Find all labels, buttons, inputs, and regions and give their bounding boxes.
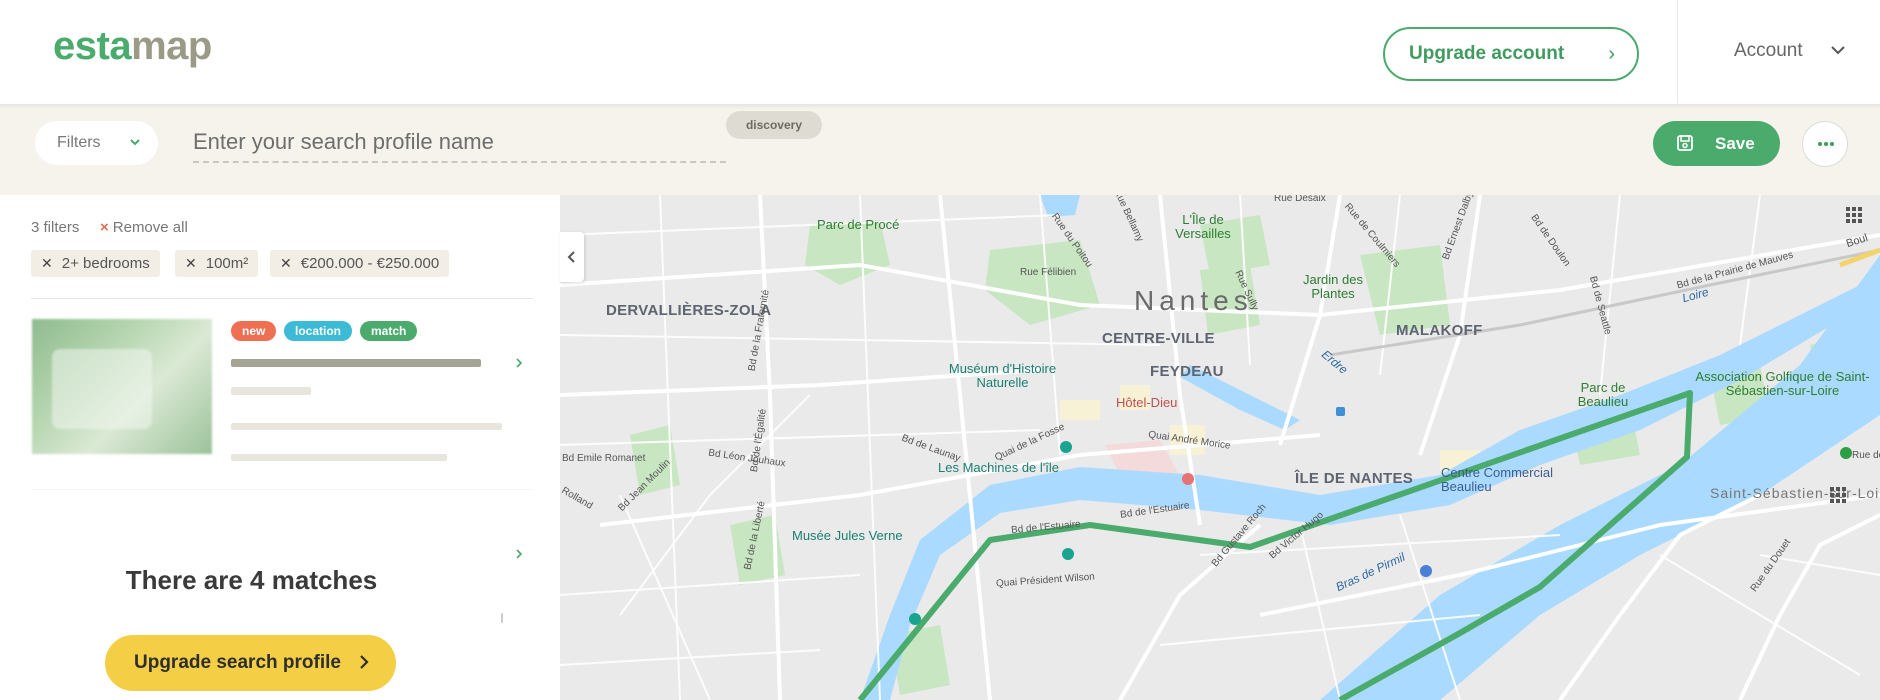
more-dot-icon — [1818, 142, 1822, 146]
chevron-right-icon[interactable] — [512, 356, 526, 370]
chevron-down-icon — [130, 139, 140, 146]
map-grid-icon[interactable] — [1830, 487, 1846, 503]
map-label-district: FEYDEAU — [1150, 363, 1224, 380]
upgrade-search-profile-button[interactable]: Upgrade search profile — [105, 635, 396, 691]
map-label-district: DERVALLIÈRES-ZOLA — [606, 302, 772, 319]
map-label-park: Parc de Procé — [817, 217, 900, 232]
map-label-golf: Association Golfique de Saint-Sébastien-… — [1695, 369, 1870, 398]
save-icon — [1677, 135, 1693, 151]
save-button[interactable]: Save — [1653, 121, 1780, 166]
close-icon[interactable]: ✕ — [280, 255, 292, 272]
map-label-park: L'Île de Versailles — [1175, 212, 1231, 241]
map-layers-icon[interactable] — [1846, 207, 1862, 223]
chevron-left-icon — [567, 251, 575, 263]
matches-count: There are 4 matches — [125, 565, 378, 595]
filter-chip-size[interactable]: ✕ 100m² — [175, 250, 259, 277]
map-label-mall: Centre Commercial Beaulieu — [1441, 465, 1553, 494]
map-label-street: Rue de — [1852, 450, 1880, 461]
collapse-sidebar-button[interactable] — [560, 232, 584, 282]
filters-label: Filters — [57, 134, 101, 151]
filters-dropdown[interactable]: Filters — [35, 121, 158, 165]
tag-location: location — [284, 321, 353, 341]
map-label-district: ÎLE DE NANTES — [1295, 470, 1414, 487]
chevron-right-icon — [360, 655, 369, 669]
close-icon[interactable]: ✕ — [41, 255, 53, 272]
filter-count: 3 filters — [31, 219, 80, 236]
save-label: Save — [1715, 133, 1755, 153]
map-label-district: CENTRE-VILLE — [1102, 330, 1215, 347]
tag-new: new — [231, 321, 277, 341]
map-label-street: Bd Emile Romanet — [562, 453, 646, 464]
listing-price-placeholder — [231, 387, 311, 395]
divider — [31, 298, 533, 299]
map-label-park: Parc de Beaulieu — [1577, 380, 1629, 409]
close-icon[interactable]: ✕ — [185, 255, 197, 272]
listing-photo[interactable] — [32, 319, 212, 454]
top-header: estamap Upgrade account › Account — [0, 0, 1880, 105]
map-label-jules-verne: Musée Jules Verne — [792, 528, 903, 543]
account-menu[interactable]: Account — [1734, 40, 1803, 62]
chevron-down-icon[interactable] — [1828, 40, 1848, 60]
map-label-street: Rue Félibien — [1020, 267, 1077, 278]
map-view[interactable]: Nantes DERVALLIÈRES-ZOLA CENTRE-VILLE FE… — [560, 195, 1880, 700]
listing-detail-placeholder — [231, 454, 447, 461]
chevron-right-icon: › — [1608, 43, 1615, 65]
listing-detail-placeholder — [231, 423, 502, 430]
remove-all-filters-button[interactable]: × Remove all — [100, 219, 188, 236]
chevron-right-icon[interactable] — [512, 547, 526, 561]
more-options-button[interactable] — [1802, 121, 1848, 167]
search-toolbar: Filters discovery Save — [0, 105, 1880, 195]
listing-title-placeholder — [231, 359, 481, 367]
close-icon: × — [100, 219, 109, 236]
map-label-museum: Muséum d'Histoire Naturelle — [948, 361, 1057, 390]
filter-chip-price[interactable]: ✕ €200.000 - €250.000 — [270, 250, 450, 277]
map-label-city: Nantes — [1134, 285, 1253, 316]
search-profile-name-input[interactable] — [193, 123, 726, 163]
more-dot-icon — [1830, 142, 1834, 146]
scrollbar[interactable] — [501, 613, 503, 623]
results-sidebar: 3 filters × Remove all ✕ 2+ bedrooms ✕ 100m… — [0, 195, 560, 700]
discovery-badge: discovery — [726, 111, 822, 139]
map-label-district: MALAKOFF — [1396, 322, 1483, 339]
estamap-logo[interactable]: estamap — [53, 24, 212, 69]
map-label-park: Jardin des Plantes — [1303, 272, 1363, 301]
map-label-town: Saint-Sébastien-sur-Loire — [1710, 485, 1880, 501]
more-dot-icon — [1824, 142, 1828, 146]
map-label-street: Rue Desaix — [1274, 195, 1326, 204]
header-divider — [1677, 0, 1678, 105]
filter-chip-bedrooms[interactable]: ✕ 2+ bedrooms — [31, 250, 160, 277]
fade-overlay — [0, 463, 560, 523]
upgrade-search-profile-label: Upgrade search profile — [134, 652, 341, 673]
map-label-hospital: Hôtel-Dieu — [1116, 395, 1178, 410]
upgrade-account-button[interactable]: Upgrade account › — [1383, 27, 1639, 81]
tag-match: match — [360, 321, 418, 341]
upgrade-account-label: Upgrade account — [1409, 43, 1565, 64]
